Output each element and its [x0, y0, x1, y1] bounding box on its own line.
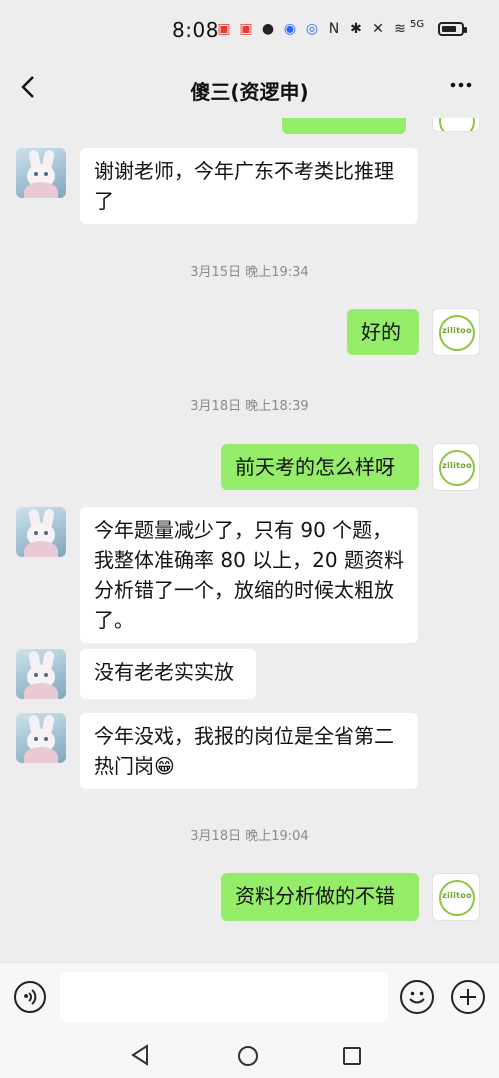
self-avatar[interactable]: zilitoo — [432, 308, 480, 356]
status-icons: ▣ ▣ ● ◉ ◎ Ν ✱ ✕ ≋ — [216, 20, 408, 38]
message-bubble[interactable]: 谢谢老师，今年广东不考类比推理了 — [80, 148, 418, 224]
message-bubble[interactable]: 今年没戏，我报的岗位是全省第二热门岗😁 — [80, 713, 418, 789]
contact-avatar[interactable] — [16, 649, 66, 699]
battery-icon — [438, 22, 467, 36]
contact-avatar[interactable] — [16, 148, 66, 198]
status-bar: 8:08 ▣ ▣ ● ◉ ◎ Ν ✱ ✕ ≋ 5G — [0, 0, 499, 60]
message-input[interactable] — [60, 972, 388, 1022]
nav-home-icon[interactable] — [238, 1046, 258, 1066]
input-bar — [0, 962, 499, 1033]
wifi-icon: ≋ — [394, 21, 406, 37]
contact-avatar[interactable] — [16, 507, 66, 557]
app-icon: ● — [261, 21, 275, 37]
message-bubble[interactable]: 好的 — [347, 309, 419, 355]
message-timestamp: 3月15日 晚上19:34 — [190, 265, 309, 280]
self-avatar — [432, 118, 480, 132]
bluetooth-icon: ✱ — [350, 21, 362, 37]
mute-icon: ✕ — [372, 21, 384, 37]
nfc-icon: Ν — [328, 21, 340, 37]
system-nav-bar — [0, 1032, 499, 1078]
network-type: 5G — [410, 19, 425, 30]
message-icon: ▣ — [239, 21, 253, 37]
status-time: 8:08 — [172, 18, 219, 42]
battery-level — [442, 26, 457, 32]
message-timestamp: 3月18日 晚上19:04 — [190, 829, 309, 844]
chat-title: 傻三(资逻申) — [190, 80, 309, 104]
self-avatar[interactable]: zilitoo — [432, 873, 480, 921]
contact-avatar[interactable] — [16, 713, 66, 763]
self-avatar[interactable]: zilitoo — [432, 443, 480, 491]
chat-header: 傻三(资逻申) — [0, 60, 499, 118]
message-bubble[interactable]: 前天考的怎么样呀 — [221, 444, 419, 490]
app-icon: ◎ — [305, 21, 319, 37]
message-bubble[interactable]: 资料分析做的不错 — [221, 873, 419, 921]
voice-icon[interactable] — [14, 981, 46, 1013]
message-bubble[interactable]: 没有老老实实放 — [80, 649, 256, 699]
message-timestamp: 3月18日 晚上18:39 — [190, 399, 309, 414]
plus-icon[interactable] — [451, 980, 485, 1014]
message-bubble-cut — [282, 118, 406, 134]
app-icon: ◉ — [283, 21, 297, 37]
nav-recent-icon[interactable] — [343, 1047, 361, 1065]
notification-icon: ▣ — [217, 21, 231, 37]
emoji-icon[interactable] — [400, 980, 434, 1014]
message-bubble[interactable]: 今年题量减少了，只有 90 个题，我整体准确率 80 以上，20 题资料分析错了… — [80, 507, 418, 643]
nav-back-icon[interactable] — [130, 1044, 150, 1066]
more-icon[interactable] — [444, 70, 478, 100]
chat-area[interactable]: 谢谢老师，今年广东不考类比推理了 3月15日 晚上19:34 好的 zilito… — [0, 118, 499, 960]
